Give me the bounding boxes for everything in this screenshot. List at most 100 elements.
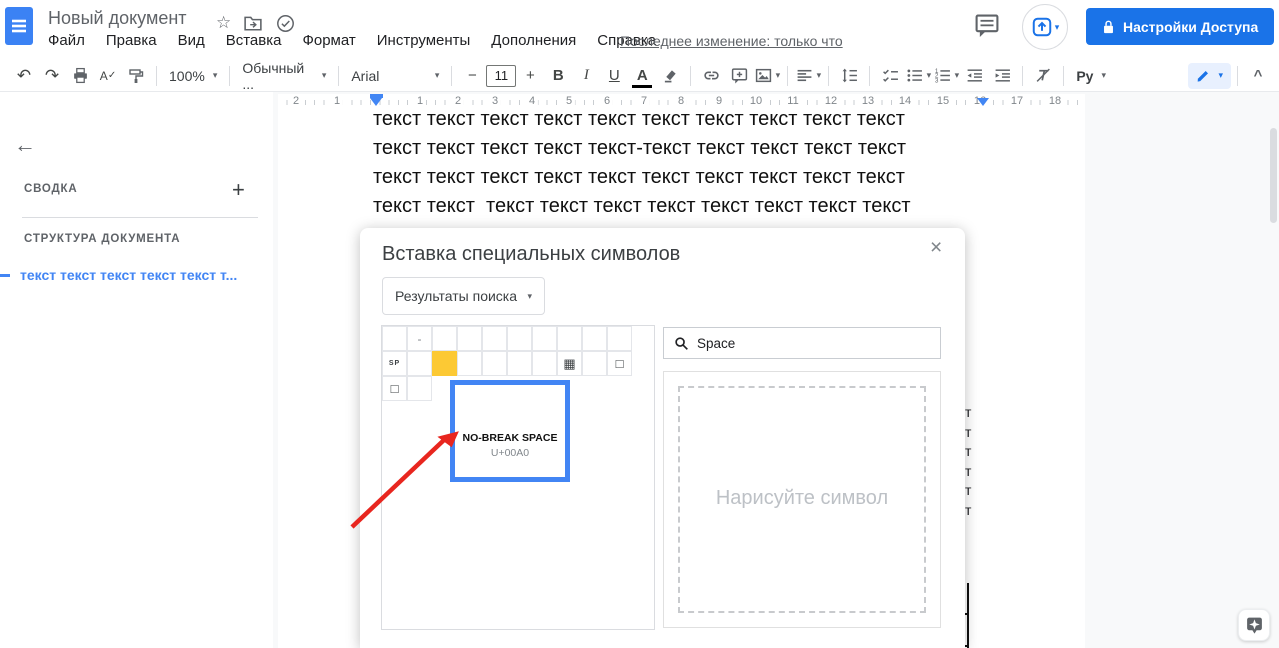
- save-status-cloud-icon[interactable]: [276, 14, 295, 33]
- char-cell[interactable]: [532, 351, 557, 376]
- structure-label: СТРУКТУРА ДОКУМЕНТА: [24, 233, 180, 245]
- font-size-input[interactable]: 11: [486, 65, 516, 87]
- line-spacing-button[interactable]: [836, 63, 862, 89]
- decrease-indent-button[interactable]: [961, 63, 987, 89]
- insert-link-button[interactable]: [698, 63, 724, 89]
- chevron-down-icon: ▾: [776, 70, 781, 81]
- menu-file[interactable]: Файл: [48, 32, 85, 49]
- vertical-scrollbar[interactable]: [1270, 128, 1277, 223]
- menu-edit[interactable]: Правка: [106, 32, 157, 49]
- search-input[interactable]: [697, 336, 917, 351]
- print-button[interactable]: [67, 63, 93, 89]
- comments-icon[interactable]: [974, 13, 1000, 39]
- char-cell[interactable]: [407, 376, 432, 401]
- doc-line: текст текст текст текст текст текст текс…: [373, 192, 911, 221]
- sidebar-divider: [22, 217, 258, 218]
- clear-formatting-button[interactable]: [1030, 63, 1056, 89]
- char-cell[interactable]: [582, 351, 607, 376]
- last-edit-link[interactable]: Последнее изменение: только что: [620, 33, 843, 49]
- char-cell[interactable]: [432, 326, 457, 351]
- close-icon[interactable]: ×: [930, 236, 942, 260]
- char-cell-glyph[interactable]: □: [607, 351, 632, 376]
- category-select[interactable]: Результаты поиска ▾: [382, 277, 545, 315]
- char-cell[interactable]: [607, 326, 632, 351]
- bold-button[interactable]: B: [545, 63, 571, 89]
- align-button[interactable]: ▾: [795, 63, 821, 89]
- menu-tools[interactable]: Инструменты: [377, 32, 471, 49]
- char-cell[interactable]: [507, 326, 532, 351]
- char-cell-selected-nbsp[interactable]: [432, 351, 457, 376]
- doc-line: текст текст текст текст текст-текст текс…: [373, 134, 911, 163]
- bulleted-list-button[interactable]: ▾: [905, 63, 931, 89]
- share-settings-button[interactable]: Настройки Доступа: [1086, 8, 1274, 45]
- italic-button[interactable]: I: [573, 63, 599, 89]
- chevron-down-icon: ▾: [213, 70, 218, 81]
- char-cell[interactable]: [482, 351, 507, 376]
- editing-mode-button[interactable]: ▾: [1188, 63, 1231, 89]
- undo-button[interactable]: ↶: [11, 63, 37, 89]
- char-cell[interactable]: [482, 326, 507, 351]
- char-cell[interactable]: [582, 326, 607, 351]
- outline-sidebar: ← СВОДКА + СТРУКТУРА ДОКУМЕНТА текст тек…: [0, 92, 273, 648]
- zoom-select[interactable]: 100%▾: [163, 68, 223, 84]
- char-cell-glyph[interactable]: ▦: [557, 351, 582, 376]
- toolbar: ↶ ↷ A✓ 100%▾ Обычный ...▾ Arial▾ − 11 + …: [0, 60, 1279, 92]
- char-cell[interactable]: [532, 326, 557, 351]
- menu-format[interactable]: Формат: [302, 32, 355, 49]
- char-cell[interactable]: [557, 326, 582, 351]
- char-cell[interactable]: [407, 351, 432, 376]
- draw-symbol-area[interactable]: Нарисуйте символ: [663, 371, 941, 628]
- spellcheck-button[interactable]: A✓: [95, 63, 121, 89]
- bulleted-list-icon: [906, 67, 923, 84]
- underline-button[interactable]: U: [601, 63, 627, 89]
- char-cell-hyphen[interactable]: ‐: [407, 326, 432, 351]
- text-color-button[interactable]: A: [629, 63, 655, 89]
- checklist-button[interactable]: [877, 63, 903, 89]
- move-folder-icon[interactable]: [244, 15, 262, 31]
- char-preview-popup: NO-BREAK SPACE U+00A0: [450, 380, 570, 482]
- menu-addons[interactable]: Дополнения: [491, 32, 576, 49]
- document-text[interactable]: текст текст текст текст текст текст текс…: [373, 105, 911, 221]
- increase-indent-button[interactable]: [989, 63, 1015, 89]
- search-icon: [674, 336, 689, 351]
- font-size-increase-button[interactable]: +: [517, 63, 543, 89]
- outline-item[interactable]: текст текст текст текст текст т...: [20, 267, 237, 283]
- char-cell-space[interactable]: SP: [382, 351, 407, 376]
- menu-insert[interactable]: Вставка: [226, 32, 282, 49]
- insert-image-button[interactable]: ▾: [754, 63, 780, 89]
- char-cell[interactable]: [382, 326, 407, 351]
- menu-view[interactable]: Вид: [178, 32, 205, 49]
- explore-button[interactable]: [1238, 609, 1270, 641]
- collapse-toolbar-button[interactable]: ^: [1245, 63, 1271, 89]
- share-settings-label: Настройки Доступа: [1123, 19, 1258, 35]
- numbered-list-button[interactable]: 1 2 3 ▾: [933, 63, 959, 89]
- input-tools-button[interactable]: Ру ▾: [1070, 68, 1112, 84]
- char-cell[interactable]: [457, 351, 482, 376]
- spellcheck-icon: A: [100, 69, 108, 83]
- font-select[interactable]: Arial▾: [345, 68, 445, 84]
- document-title[interactable]: Новый документ: [48, 8, 187, 29]
- paragraph-style-select[interactable]: Обычный ...▾: [236, 60, 332, 92]
- right-indent-marker[interactable]: [977, 98, 989, 106]
- highlight-color-button[interactable]: [657, 63, 683, 89]
- align-left-icon: [796, 67, 813, 84]
- add-comment-button[interactable]: [726, 63, 752, 89]
- share-caret-icon: ▾: [1055, 22, 1060, 33]
- doc-line: текст текст текст текст текст текст текс…: [373, 105, 911, 134]
- docs-logo-icon[interactable]: [5, 7, 33, 45]
- image-icon: [755, 67, 772, 84]
- share-shortcut-button[interactable]: ▾: [1022, 4, 1068, 50]
- menu-bar: Файл Правка Вид Вставка Формат Инструмен…: [48, 32, 656, 49]
- add-summary-button[interactable]: +: [232, 177, 245, 203]
- char-search-box[interactable]: [663, 327, 941, 359]
- close-outline-button[interactable]: ←: [14, 132, 36, 158]
- font-size-decrease-button[interactable]: −: [459, 63, 485, 89]
- redo-button[interactable]: ↷: [39, 63, 65, 89]
- star-icon[interactable]: ☆: [216, 13, 231, 33]
- char-cell[interactable]: [457, 326, 482, 351]
- insert-special-chars-dialog: Вставка специальных символов × Результат…: [360, 228, 965, 648]
- paint-format-button[interactable]: [123, 63, 149, 89]
- char-cell-glyph[interactable]: □: [382, 376, 407, 401]
- char-code: U+00A0: [491, 447, 529, 459]
- char-cell[interactable]: [507, 351, 532, 376]
